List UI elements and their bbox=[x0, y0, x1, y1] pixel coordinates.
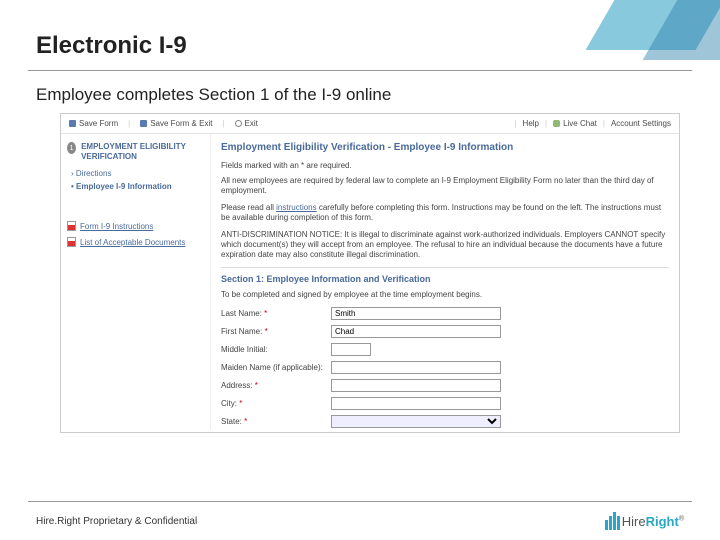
save-exit-button[interactable]: Save Form & Exit bbox=[140, 119, 212, 128]
pdf-icon bbox=[67, 237, 76, 247]
hireright-logo: HireRight® bbox=[605, 512, 684, 530]
intro-paragraph: All new employees are required by federa… bbox=[221, 176, 669, 197]
middle-initial-label: Middle Initial: bbox=[221, 345, 331, 354]
last-name-label: Last Name: * bbox=[221, 309, 331, 318]
step-number: 1 bbox=[67, 142, 76, 154]
maiden-name-label: Maiden Name (if applicable): bbox=[221, 363, 331, 372]
section1-title: Section 1: Employee Information and Veri… bbox=[221, 267, 669, 284]
state-label: State: * bbox=[221, 417, 331, 426]
exit-button[interactable]: Exit bbox=[235, 119, 258, 128]
maiden-name-input[interactable] bbox=[331, 361, 501, 374]
live-chat-link[interactable]: Live Chat bbox=[553, 119, 597, 128]
app-screenshot: Save Form | Save Form & Exit | Exit | He… bbox=[60, 113, 680, 433]
pdf-icon bbox=[67, 221, 76, 231]
first-name-label: First Name: * bbox=[221, 327, 331, 336]
instructions-paragraph: Please read all instructions carefully b… bbox=[221, 203, 669, 224]
state-select[interactable] bbox=[331, 415, 501, 428]
save-icon bbox=[69, 120, 76, 127]
app-toolbar: Save Form | Save Form & Exit | Exit | He… bbox=[61, 114, 679, 134]
city-label: City: * bbox=[221, 399, 331, 408]
address-input[interactable] bbox=[331, 379, 501, 392]
footer-text: Hire.Right Proprietary & Confidential bbox=[36, 516, 197, 527]
main-content: Employment Eligibility Verification - Em… bbox=[211, 134, 679, 430]
sidebar: 1 EMPLOYMENT ELIGIBILITY VERIFICATION › … bbox=[61, 134, 211, 430]
instructions-link[interactable]: instructions bbox=[276, 203, 316, 212]
sidebar-active-item[interactable]: • Employee I-9 Information bbox=[71, 182, 204, 191]
section1-note: To be completed and signed by employee a… bbox=[221, 290, 669, 299]
logo-bars-icon bbox=[605, 512, 620, 530]
anti-discrimination-notice: ANTI-DISCRIMINATION NOTICE: It is illega… bbox=[221, 230, 669, 261]
pdf-instructions-link[interactable]: Form I-9 Instructions bbox=[67, 221, 204, 231]
city-input[interactable] bbox=[331, 397, 501, 410]
required-note: Fields marked with an * are required. bbox=[221, 161, 669, 170]
sidebar-directions-link[interactable]: › Directions bbox=[71, 169, 204, 178]
save-button[interactable]: Save Form bbox=[69, 119, 118, 128]
sidebar-section-title: EMPLOYMENT ELIGIBILITY VERIFICATION bbox=[81, 142, 204, 161]
power-icon bbox=[235, 120, 242, 127]
form-title: Employment Eligibility Verification - Em… bbox=[221, 142, 669, 153]
save-icon bbox=[140, 120, 147, 127]
first-name-input[interactable] bbox=[331, 325, 501, 338]
divider bbox=[28, 70, 692, 71]
slide-footer: Hire.Right Proprietary & Confidential Hi… bbox=[28, 501, 692, 540]
pdf-acceptable-docs-link[interactable]: List of Acceptable Documents bbox=[67, 237, 204, 247]
account-settings-link[interactable]: Account Settings bbox=[611, 119, 671, 128]
slide-subtitle: Employee completes Section 1 of the I-9 … bbox=[0, 81, 720, 113]
last-name-input[interactable] bbox=[331, 307, 501, 320]
help-link[interactable]: Help bbox=[523, 119, 539, 128]
address-label: Address: * bbox=[221, 381, 331, 390]
chat-icon bbox=[553, 120, 560, 127]
middle-initial-input[interactable] bbox=[331, 343, 371, 356]
